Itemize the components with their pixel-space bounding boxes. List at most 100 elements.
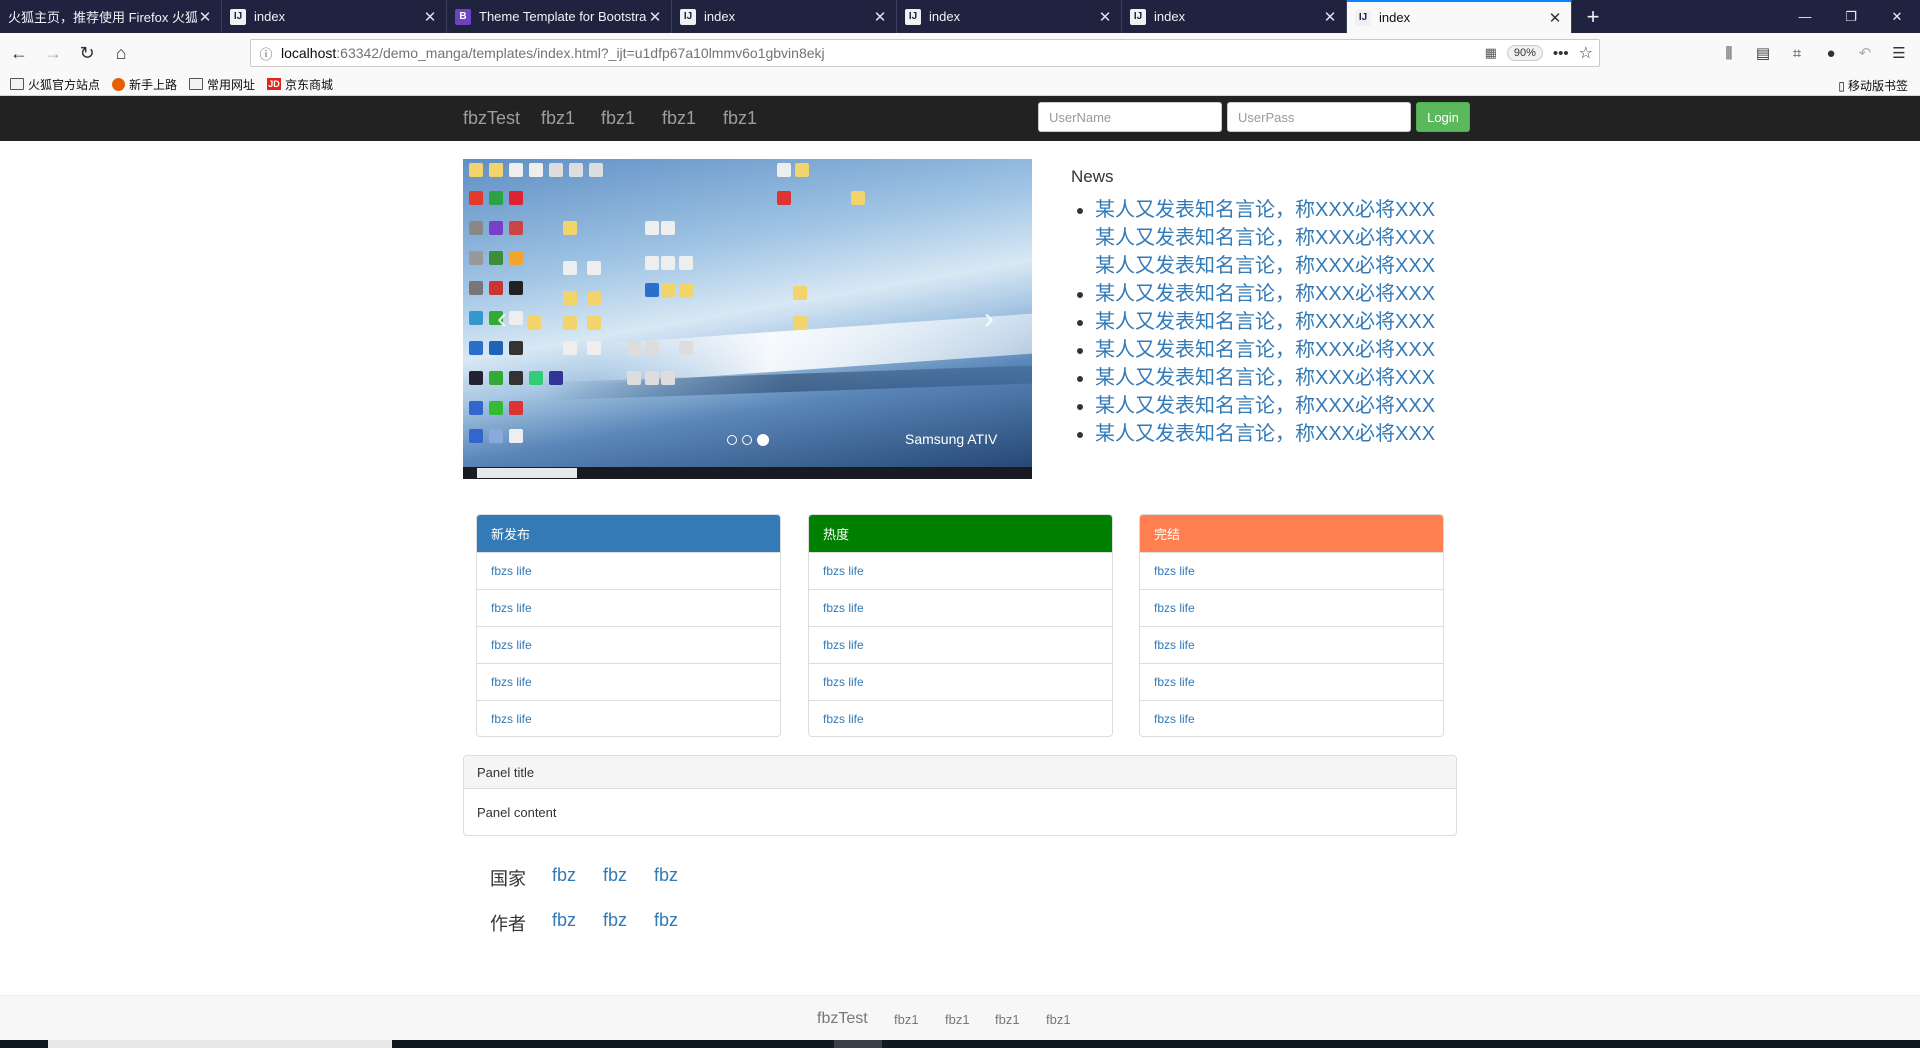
- login-button[interactable]: Login: [1416, 102, 1470, 132]
- panel-popular: 热度 fbzs life fbzs life fbzs life fbzs li…: [808, 514, 1113, 737]
- panel-list-item[interactable]: fbzs life: [809, 663, 1112, 700]
- site-info-icon[interactable]: ⓘ: [251, 44, 281, 63]
- sidebar-icon[interactable]: ▤: [1748, 38, 1778, 68]
- news-item[interactable]: 某人又发表知名言论，称XXX必将XXX: [1095, 364, 1455, 392]
- footer-link[interactable]: fbz1: [1046, 1012, 1071, 1027]
- menu-icon[interactable]: ☰: [1884, 38, 1914, 68]
- screenshot-icon[interactable]: ⌗: [1782, 38, 1812, 68]
- taskbar-app[interactable]: [834, 1040, 882, 1048]
- panel-list-item[interactable]: fbzs life: [1140, 700, 1443, 736]
- footer-brand[interactable]: fbzTest: [817, 1010, 868, 1028]
- browser-tab-1[interactable]: 火狐主页，推荐使用 Firefox 火狐浏览器 ✕: [0, 0, 222, 33]
- chat-icon[interactable]: ●: [1816, 38, 1846, 68]
- panel-list-item[interactable]: fbzs life: [809, 552, 1112, 589]
- bookmark-item[interactable]: 新手上路: [112, 76, 177, 93]
- panel-list-item[interactable]: fbzs life: [1140, 589, 1443, 626]
- panel-list-item[interactable]: fbzs life: [1140, 552, 1443, 589]
- carousel-prev-icon[interactable]: ‹: [497, 302, 507, 336]
- url-bar[interactable]: ⓘ localhost:63342/demo_manga/templates/i…: [250, 39, 1600, 67]
- screenshot-search-box: [477, 468, 577, 478]
- bookmark-item[interactable]: 常用网址: [189, 76, 255, 93]
- undo-icon[interactable]: ↶: [1850, 38, 1880, 68]
- close-tab-icon[interactable]: ✕: [1097, 8, 1113, 26]
- desktop-icon: [509, 221, 523, 235]
- panel-list-item[interactable]: fbzs life: [477, 700, 780, 736]
- panel-list-item[interactable]: fbzs life: [477, 626, 780, 663]
- news-item[interactable]: 某人又发表知名言论，称XXX必将XXX: [1095, 280, 1455, 308]
- page-actions-icon[interactable]: •••: [1553, 45, 1569, 62]
- nav-link[interactable]: fbz1: [541, 108, 575, 129]
- desktop-icon: [489, 429, 503, 443]
- tag-link[interactable]: fbz: [552, 865, 576, 886]
- reload-icon[interactable]: ↻: [72, 38, 102, 68]
- close-tab-icon[interactable]: ✕: [197, 8, 213, 26]
- close-window-icon[interactable]: ✕: [1874, 0, 1920, 33]
- footer-link[interactable]: fbz1: [945, 1012, 970, 1027]
- nav-link[interactable]: fbz1: [601, 108, 635, 129]
- mobile-bookmarks[interactable]: ▯ 移动版书签: [1838, 77, 1908, 94]
- forward-icon[interactable]: →: [38, 38, 68, 68]
- carousel-indicator[interactable]: [727, 435, 737, 445]
- panel-list-item[interactable]: fbzs life: [809, 626, 1112, 663]
- news-item[interactable]: 某人又发表知名言论，称XXX必将XXX某人又发表知名言论，称XXX必将XXX某人…: [1095, 196, 1455, 280]
- browser-tab-5[interactable]: IJ index ✕: [897, 0, 1122, 33]
- desktop-icon: [489, 341, 503, 355]
- new-tab-button[interactable]: +: [1572, 0, 1614, 33]
- panel-list-item[interactable]: fbzs life: [1140, 626, 1443, 663]
- bookmark-star-icon[interactable]: ☆: [1579, 43, 1593, 63]
- close-tab-icon[interactable]: ✕: [1322, 8, 1338, 26]
- panel-list-item[interactable]: fbzs life: [477, 552, 780, 589]
- home-icon[interactable]: ⌂: [106, 38, 136, 68]
- tab-title: 火狐主页，推荐使用 Firefox 火狐浏览器: [8, 10, 197, 25]
- zoom-indicator[interactable]: 90%: [1506, 45, 1543, 61]
- footer-link[interactable]: fbz1: [894, 1012, 919, 1027]
- close-tab-icon[interactable]: ✕: [1547, 9, 1563, 27]
- nav-link[interactable]: fbz1: [662, 108, 696, 129]
- news-item[interactable]: 某人又发表知名言论，称XXX必将XXX: [1095, 420, 1455, 448]
- library-icon[interactable]: ⫼: [1714, 38, 1744, 68]
- password-input[interactable]: UserPass: [1227, 102, 1411, 132]
- desktop-icon: [661, 371, 675, 385]
- news-item[interactable]: 某人又发表知名言论，称XXX必将XXX: [1095, 336, 1455, 364]
- back-icon[interactable]: ←: [4, 38, 34, 68]
- tag-link[interactable]: fbz: [654, 865, 678, 886]
- taskbar-search[interactable]: [48, 1040, 392, 1048]
- panel-list-item[interactable]: fbzs life: [1140, 663, 1443, 700]
- tab-title: index: [704, 9, 736, 24]
- restore-icon[interactable]: ❐: [1828, 0, 1874, 33]
- tag-link[interactable]: fbz: [603, 865, 627, 886]
- panel-new-release: 新发布 fbzs life fbzs life fbzs life fbzs l…: [476, 514, 781, 737]
- close-tab-icon[interactable]: ✕: [647, 8, 663, 26]
- news-item[interactable]: 某人又发表知名言论，称XXX必将XXX: [1095, 392, 1455, 420]
- tag-link[interactable]: fbz: [603, 910, 627, 931]
- bookmark-item[interactable]: JD 京东商城: [267, 76, 333, 93]
- carousel-next-icon[interactable]: ›: [984, 302, 994, 336]
- panel-list-item[interactable]: fbzs life: [477, 589, 780, 626]
- carousel-indicator[interactable]: [742, 435, 752, 445]
- close-tab-icon[interactable]: ✕: [872, 8, 888, 26]
- browser-tab-active[interactable]: IJ index ✕: [1347, 0, 1572, 33]
- navbar-brand[interactable]: fbzTest: [463, 108, 520, 129]
- browser-tab-3[interactable]: B Theme Template for Bootstrap ✕: [447, 0, 672, 33]
- bookmark-item[interactable]: 火狐官方站点: [10, 76, 100, 93]
- nav-link[interactable]: fbz1: [723, 108, 757, 129]
- tag-link[interactable]: fbz: [654, 910, 678, 931]
- tag-link[interactable]: fbz: [552, 910, 576, 931]
- desktop-icon: [569, 163, 583, 177]
- panel-list-item[interactable]: fbzs life: [809, 589, 1112, 626]
- panel-list-item[interactable]: fbzs life: [477, 663, 780, 700]
- qr-code-icon[interactable]: ▦: [1485, 45, 1497, 61]
- browser-tab-4[interactable]: IJ index ✕: [672, 0, 897, 33]
- browser-tab-2[interactable]: IJ index ✕: [222, 0, 447, 33]
- close-tab-icon[interactable]: ✕: [422, 8, 438, 26]
- browser-tab-6[interactable]: IJ index ✕: [1122, 0, 1347, 33]
- desktop-icon: [563, 291, 577, 305]
- minimize-icon[interactable]: —: [1782, 0, 1828, 33]
- username-input[interactable]: UserName: [1038, 102, 1222, 132]
- mobile-icon: ▯: [1838, 78, 1845, 93]
- news-item[interactable]: 某人又发表知名言论，称XXX必将XXX: [1095, 308, 1455, 336]
- panel-list-item[interactable]: fbzs life: [809, 700, 1112, 736]
- carousel-indicator-active[interactable]: [757, 434, 769, 446]
- footer-link[interactable]: fbz1: [995, 1012, 1020, 1027]
- firefox-icon: [112, 77, 126, 91]
